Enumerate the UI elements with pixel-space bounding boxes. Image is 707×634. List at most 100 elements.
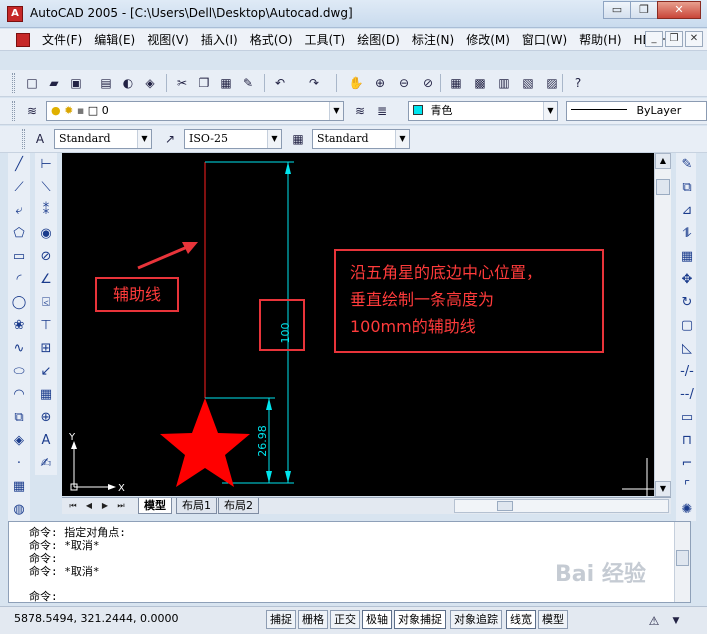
- ellipse-icon[interactable]: ⬭: [8, 360, 30, 383]
- print-icon[interactable]: ▤: [96, 73, 116, 93]
- center-mark-icon[interactable]: ⊕: [35, 406, 57, 429]
- tool-palettes-icon[interactable]: ▥: [494, 73, 514, 93]
- region-icon[interactable]: ◍: [8, 498, 30, 521]
- circle-icon[interactable]: ◯: [8, 291, 30, 314]
- communication-center-icon[interactable]: ⚠: [644, 611, 664, 631]
- doc-close-button[interactable]: ✕: [685, 31, 703, 47]
- publish-icon[interactable]: ◈: [140, 73, 160, 93]
- scroll-down-button[interactable]: ▼: [655, 481, 671, 497]
- toolbar-grip[interactable]: [22, 129, 25, 149]
- dimension-text-edit-icon[interactable]: ✍: [35, 452, 57, 475]
- mirror-icon[interactable]: ⊿: [676, 199, 698, 222]
- menu-dimension[interactable]: 标注(N): [406, 31, 460, 48]
- minimize-button[interactable]: ▭: [603, 1, 631, 19]
- menu-tools[interactable]: 工具(T): [299, 31, 352, 48]
- status-menu-chevron-icon[interactable]: ▼: [666, 611, 686, 631]
- explode-icon[interactable]: ✺: [676, 498, 698, 521]
- open-folder-icon[interactable]: ▰: [44, 73, 64, 93]
- continue-dimension-icon[interactable]: ⊞: [35, 337, 57, 360]
- osnap-toggle[interactable]: 对象捕捉: [394, 610, 446, 629]
- command-scrollbar[interactable]: [674, 522, 690, 602]
- markup-icon[interactable]: ▨: [542, 73, 562, 93]
- scroll-thumb[interactable]: [676, 550, 689, 566]
- layer-manager-icon[interactable]: ≋: [22, 101, 42, 121]
- scroll-thumb[interactable]: [656, 179, 670, 195]
- point-icon[interactable]: ·: [8, 452, 30, 475]
- restore-button[interactable]: ❐: [630, 1, 658, 19]
- break-icon[interactable]: ⊓: [676, 429, 698, 452]
- chevron-down-icon[interactable]: ▼: [137, 130, 151, 148]
- make-current-layer-icon[interactable]: ≋: [350, 101, 370, 121]
- first-tab-button[interactable]: ⏮: [66, 499, 80, 513]
- chevron-down-icon[interactable]: ▼: [267, 130, 281, 148]
- line-icon[interactable]: ╱: [8, 153, 30, 176]
- polygon-icon[interactable]: ⬠: [8, 222, 30, 245]
- break-at-point-icon[interactable]: ▭: [676, 406, 698, 429]
- chevron-down-icon[interactable]: ▼: [329, 102, 343, 120]
- hatch-icon[interactable]: ▦: [8, 475, 30, 498]
- ellipse-arc-icon[interactable]: ◠: [8, 383, 30, 406]
- quick-leader-icon[interactable]: ↙: [35, 360, 57, 383]
- save-icon[interactable]: ▣: [66, 73, 86, 93]
- array-icon[interactable]: ▦: [676, 245, 698, 268]
- cut-icon[interactable]: ✂: [172, 73, 192, 93]
- baseline-dimension-icon[interactable]: ⊤: [35, 314, 57, 337]
- cursor-coordinates[interactable]: 5878.5494, 321.2444, 0.0000: [14, 612, 178, 625]
- menu-window[interactable]: 窗口(W): [516, 31, 573, 48]
- paste-icon[interactable]: ▦: [216, 73, 236, 93]
- dim-style-dropdown[interactable]: ISO-25 ▼: [184, 129, 282, 149]
- close-button[interactable]: ✕: [657, 1, 701, 19]
- chevron-down-icon[interactable]: ▼: [395, 130, 409, 148]
- extend-icon[interactable]: --/: [676, 383, 698, 406]
- menu-view[interactable]: 视图(V): [141, 31, 195, 48]
- text-style-dropdown[interactable]: Standard ▼: [54, 129, 152, 149]
- toolbar-grip[interactable]: [12, 101, 15, 121]
- tab-layout1[interactable]: 布局1: [176, 498, 217, 514]
- spline-icon[interactable]: ∿: [8, 337, 30, 360]
- chevron-down-icon[interactable]: ▼: [543, 102, 557, 120]
- layer-dropdown[interactable]: ● ✹ ▪ □ 0 ▼: [46, 101, 344, 121]
- arc-icon[interactable]: ◜: [8, 268, 30, 291]
- horizontal-scrollbar[interactable]: [454, 499, 669, 513]
- tab-layout2[interactable]: 布局2: [218, 498, 259, 514]
- doc-minimize-button[interactable]: _: [645, 31, 663, 47]
- rectangle-icon[interactable]: ▭: [8, 245, 30, 268]
- print-preview-icon[interactable]: ◐: [118, 73, 138, 93]
- redo-icon[interactable]: ↷: [304, 73, 324, 93]
- dim-style-icon[interactable]: ↗: [160, 129, 180, 149]
- trim-icon[interactable]: -/-: [676, 360, 698, 383]
- snap-toggle[interactable]: 捕捉: [266, 610, 296, 629]
- construction-line-icon[interactable]: ⟋: [8, 176, 30, 199]
- ortho-toggle[interactable]: 正交: [330, 610, 360, 629]
- copy-object-icon[interactable]: ⧉: [676, 176, 698, 199]
- layer-previous-icon[interactable]: ≣: [372, 101, 392, 121]
- menu-help[interactable]: 帮助(H): [573, 31, 627, 48]
- menu-format[interactable]: 格式(O): [244, 31, 299, 48]
- grid-toggle[interactable]: 栅格: [298, 610, 328, 629]
- erase-icon[interactable]: ✎: [676, 153, 698, 176]
- scroll-up-button[interactable]: ▲: [655, 153, 671, 169]
- polyline-icon[interactable]: ⤶: [8, 199, 30, 222]
- sheet-set-icon[interactable]: ▧: [518, 73, 538, 93]
- pan-icon[interactable]: ✋: [346, 73, 366, 93]
- text-style-icon[interactable]: A: [30, 129, 50, 149]
- match-properties-icon[interactable]: ✎: [238, 73, 258, 93]
- ordinate-dimension-icon[interactable]: ⁑: [35, 199, 57, 222]
- new-file-icon[interactable]: □: [22, 73, 42, 93]
- revision-cloud-icon[interactable]: ❀: [8, 314, 30, 337]
- table-style-dropdown[interactable]: Standard ▼: [312, 129, 410, 149]
- document-icon[interactable]: [16, 32, 30, 47]
- red-star-shape[interactable]: [160, 398, 250, 487]
- next-tab-button[interactable]: ▶: [98, 499, 112, 513]
- linetype-dropdown[interactable]: ByLayer: [566, 101, 707, 121]
- linear-dimension-icon[interactable]: ⊢: [35, 153, 57, 176]
- stretch-icon[interactable]: ◺: [676, 337, 698, 360]
- quick-dimension-icon[interactable]: ⍃: [35, 291, 57, 314]
- menu-insert[interactable]: 插入(I): [195, 31, 244, 48]
- rotate-icon[interactable]: ↻: [676, 291, 698, 314]
- table-style-icon[interactable]: ▦: [288, 129, 308, 149]
- fillet-icon[interactable]: ⌜: [676, 475, 698, 498]
- make-block-icon[interactable]: ◈: [8, 429, 30, 452]
- vertical-scrollbar[interactable]: ▲ ▼: [654, 153, 671, 497]
- scale-icon[interactable]: ▢: [676, 314, 698, 337]
